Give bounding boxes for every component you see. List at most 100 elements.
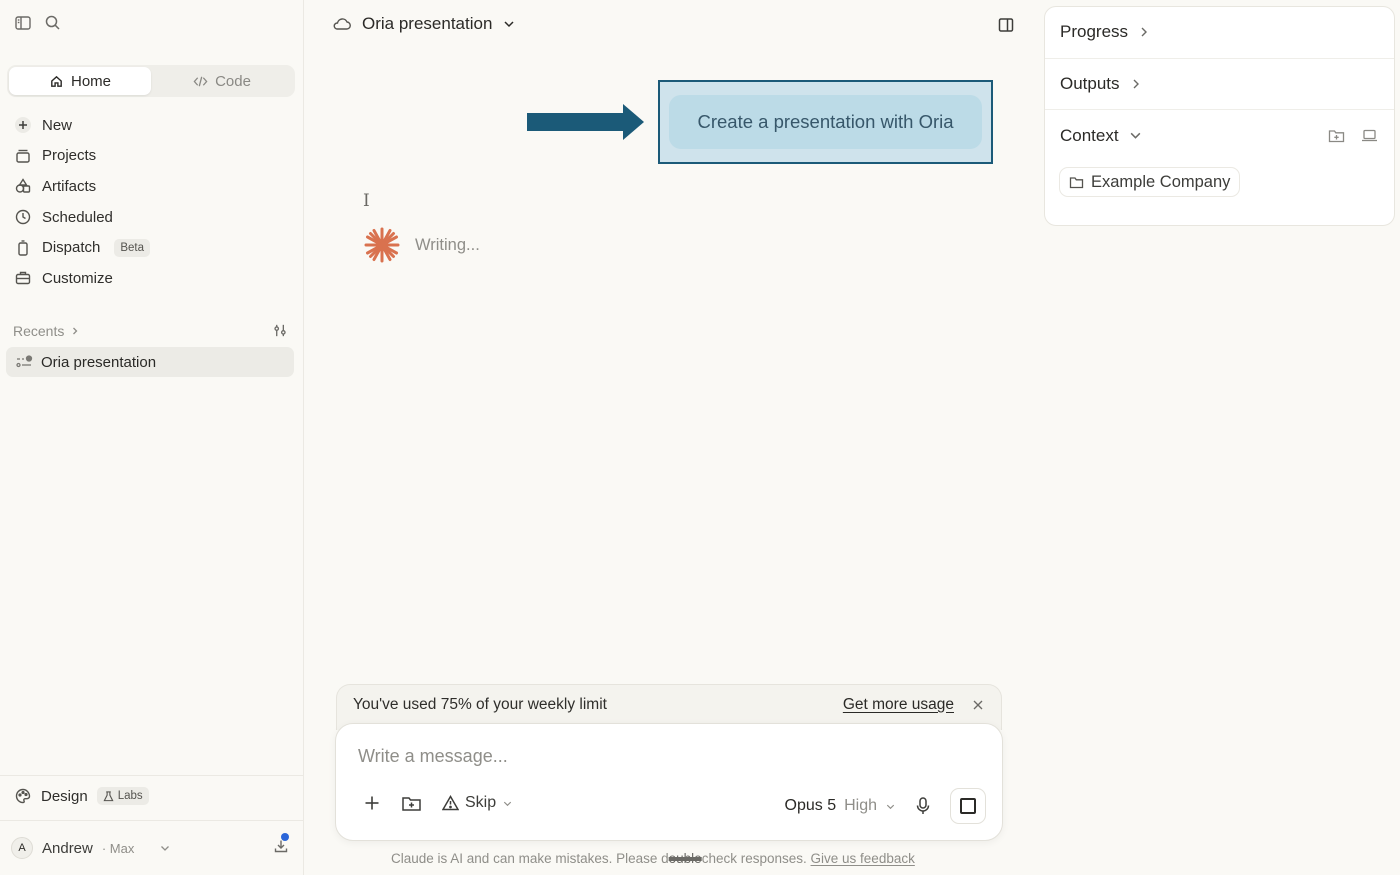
progress-section[interactable]: Progress bbox=[1045, 7, 1394, 59]
labs-badge-label: Labs bbox=[117, 790, 143, 802]
folder-icon bbox=[1069, 176, 1084, 189]
download-icon[interactable] bbox=[273, 833, 289, 854]
chevron-right-icon bbox=[70, 326, 80, 336]
conversation-title-menu[interactable]: Oria presentation bbox=[332, 14, 516, 34]
stop-button[interactable] bbox=[950, 788, 986, 824]
permission-dropdown[interactable]: Skip bbox=[442, 794, 513, 812]
main-area: Oria presentation Create a presentation … bbox=[305, 0, 1040, 875]
sidebar-item-label: Scheduled bbox=[42, 208, 113, 226]
dispatch-icon bbox=[14, 239, 32, 257]
model-name: Opus 5 bbox=[784, 797, 837, 814]
outputs-label: Outputs bbox=[1060, 73, 1120, 93]
sidebar: Home Code New Projects Artifacts Schedul… bbox=[0, 0, 304, 875]
chevron-down-icon bbox=[159, 842, 171, 854]
recents-link[interactable]: Recents bbox=[13, 323, 80, 339]
chevron-right-icon bbox=[1138, 26, 1150, 38]
panel-toggle-icon[interactable] bbox=[997, 16, 1015, 34]
filter-icon[interactable] bbox=[272, 322, 289, 339]
notification-dot bbox=[281, 833, 289, 841]
user-message-text: Create a presentation with Oria bbox=[697, 111, 954, 132]
plus-icon bbox=[363, 794, 381, 812]
artifacts-icon bbox=[14, 177, 32, 195]
disclaimer-text-2: check responses. bbox=[701, 851, 807, 866]
sidebar-item-dispatch[interactable]: Dispatch Beta bbox=[0, 232, 304, 263]
add-button[interactable] bbox=[363, 794, 381, 812]
stop-icon bbox=[960, 798, 976, 814]
projects-icon bbox=[14, 147, 32, 165]
warning-icon bbox=[442, 795, 459, 811]
context-item-chip[interactable]: Example Company bbox=[1059, 167, 1241, 197]
text-cursor-icon: I bbox=[363, 191, 370, 211]
outputs-section[interactable]: Outputs bbox=[1045, 59, 1394, 110]
search-icon[interactable] bbox=[44, 14, 62, 32]
right-panel: Progress Outputs Context Example Company bbox=[1044, 6, 1395, 226]
user-name: Andrew bbox=[42, 839, 93, 857]
design-link[interactable]: Design Labs bbox=[14, 787, 149, 805]
context-label: Context bbox=[1060, 125, 1119, 145]
laptop-icon[interactable] bbox=[1361, 128, 1378, 143]
design-label: Design bbox=[41, 787, 88, 805]
code-tab[interactable]: Code bbox=[151, 67, 293, 95]
sidebar-item-label: New bbox=[42, 116, 73, 134]
microphone-icon[interactable] bbox=[914, 796, 932, 816]
sidebar-item-scheduled[interactable]: Scheduled bbox=[0, 202, 304, 233]
palette-icon bbox=[14, 787, 32, 805]
chevron-down-icon bbox=[1129, 129, 1142, 142]
chevron-down-icon bbox=[502, 17, 516, 31]
task-icon bbox=[15, 355, 33, 369]
code-icon bbox=[193, 74, 208, 89]
cloud-icon bbox=[332, 16, 352, 32]
plus-icon bbox=[14, 116, 32, 134]
folder-plus-icon[interactable] bbox=[1328, 128, 1345, 143]
composer: Skip Opus 5 High bbox=[335, 723, 1003, 841]
sidebar-nav: New Projects Artifacts Scheduled Dispatc… bbox=[0, 110, 304, 294]
writing-status: Writing... bbox=[363, 226, 480, 264]
flask-icon bbox=[103, 790, 114, 802]
sidebar-top-icons bbox=[14, 14, 62, 32]
sidebar-toggle-icon[interactable] bbox=[14, 14, 32, 32]
sidebar-divider bbox=[0, 775, 304, 776]
user-message: Create a presentation with Oria bbox=[669, 95, 982, 149]
message-input[interactable] bbox=[358, 746, 958, 767]
avatar: A bbox=[11, 837, 33, 859]
sidebar-item-artifacts[interactable]: Artifacts bbox=[0, 171, 304, 202]
recents-header: Recents bbox=[13, 322, 289, 339]
model-selector[interactable]: Opus 5 High bbox=[785, 797, 897, 815]
user-menu[interactable]: A Andrew · Max bbox=[11, 833, 296, 861]
context-section[interactable]: Context bbox=[1045, 110, 1394, 162]
folder-plus-icon bbox=[401, 794, 422, 812]
chevron-down-icon bbox=[885, 801, 896, 812]
feedback-link[interactable]: Give us feedback bbox=[811, 851, 915, 866]
close-icon[interactable] bbox=[972, 699, 984, 711]
clock-icon bbox=[14, 208, 32, 226]
recent-item-oria-presentation[interactable]: Oria presentation bbox=[6, 347, 294, 377]
user-plan: · Max bbox=[101, 840, 135, 856]
context-actions bbox=[1328, 128, 1378, 143]
home-tab-label: Home bbox=[70, 72, 111, 90]
composer-right-tools: Opus 5 High bbox=[785, 788, 986, 824]
disclaimer: Claude is AI and can make mistakes. Plea… bbox=[391, 851, 915, 866]
mode-switch: Home Code bbox=[7, 65, 295, 97]
chevron-down-icon bbox=[502, 798, 513, 809]
disclaimer-strike: ouble bbox=[668, 851, 702, 866]
beta-badge: Beta bbox=[114, 238, 151, 257]
sidebar-item-projects[interactable]: Projects bbox=[0, 141, 304, 172]
writing-label: Writing... bbox=[415, 235, 480, 254]
home-tab[interactable]: Home bbox=[9, 67, 151, 95]
briefcase-icon bbox=[14, 269, 32, 287]
composer-tools: Skip bbox=[363, 794, 513, 812]
home-icon bbox=[49, 74, 64, 89]
highlight-box: Create a presentation with Oria bbox=[658, 80, 993, 164]
labs-badge: Labs bbox=[96, 787, 149, 805]
sidebar-item-customize[interactable]: Customize bbox=[0, 263, 304, 294]
disclaimer-text: Claude is AI and can make mistakes. Plea… bbox=[391, 851, 669, 866]
sidebar-item-new[interactable]: New bbox=[0, 110, 304, 141]
add-folder-button[interactable] bbox=[401, 794, 422, 812]
sidebar-item-label: Projects bbox=[42, 147, 97, 165]
recents-label: Recents bbox=[13, 322, 65, 339]
model-effort: High bbox=[844, 797, 877, 814]
progress-label: Progress bbox=[1060, 22, 1129, 42]
get-more-usage-link[interactable]: Get more usage bbox=[843, 696, 954, 714]
context-item-label: Example Company bbox=[1091, 172, 1231, 191]
permission-label: Skip bbox=[465, 794, 497, 811]
